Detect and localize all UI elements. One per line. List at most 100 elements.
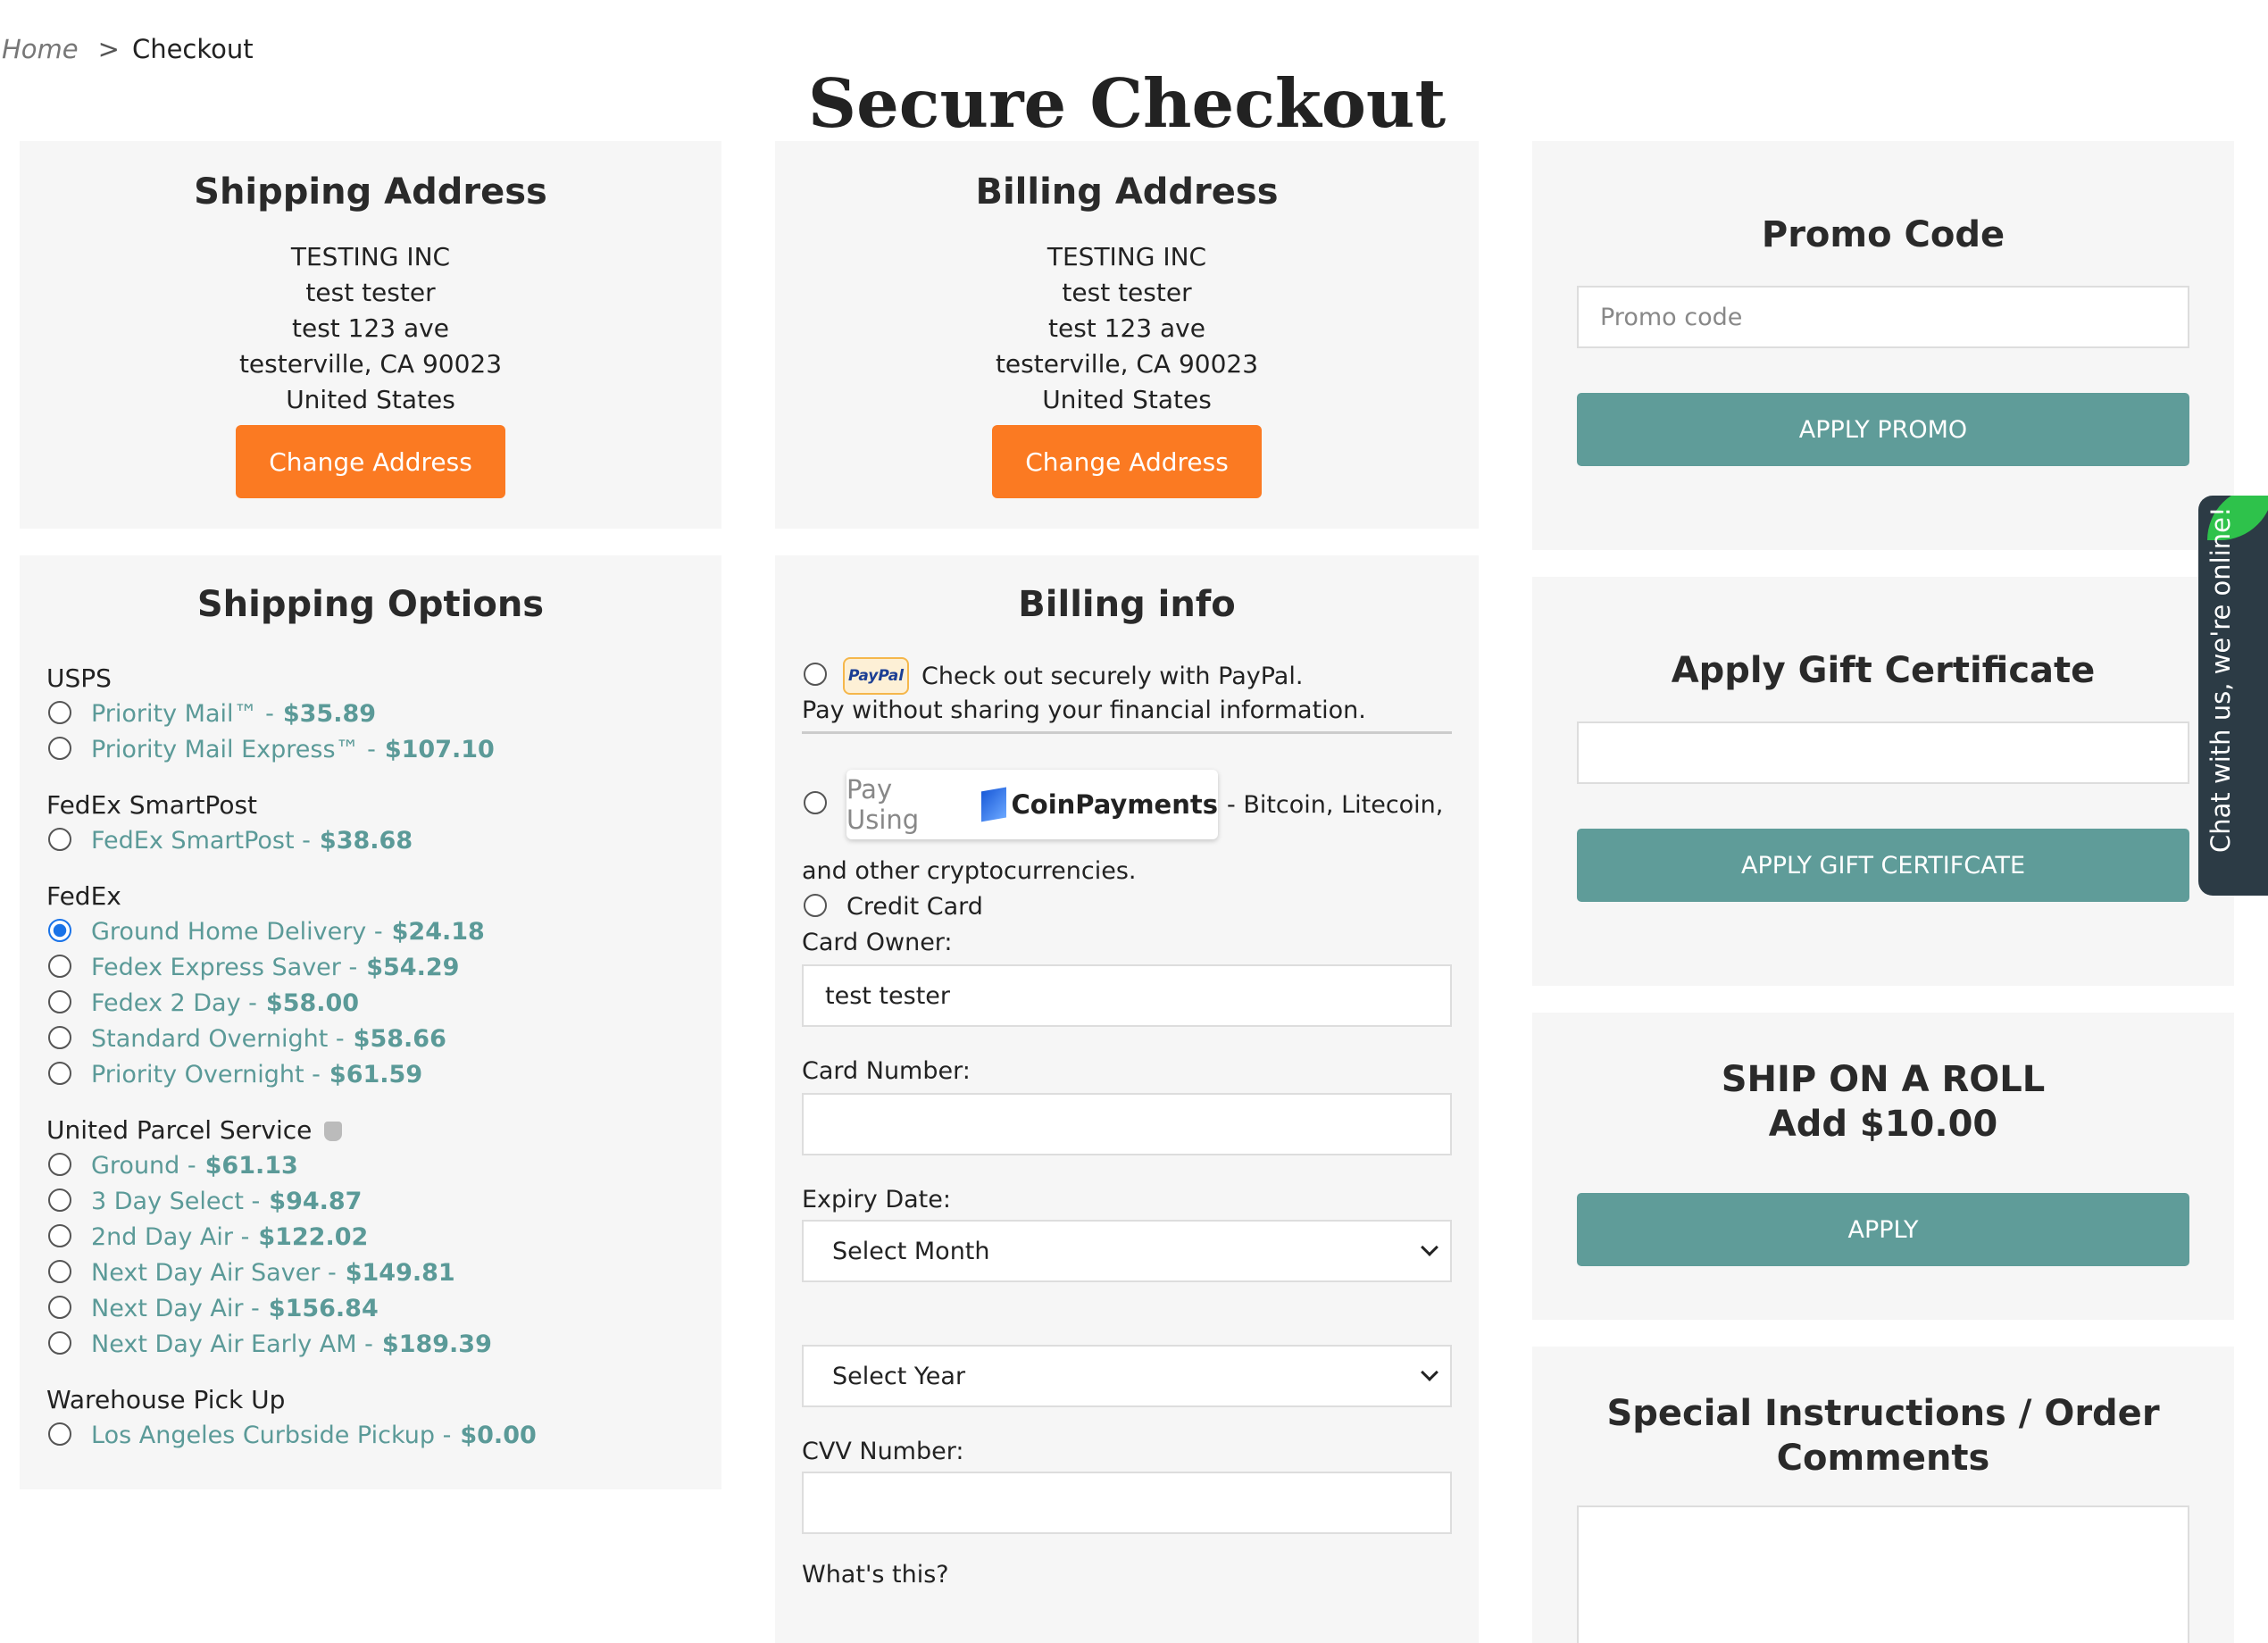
ups-shield-icon — [324, 1122, 343, 1141]
cvv-input[interactable] — [802, 1472, 1452, 1534]
expiry-month-select[interactable]: Select Month — [802, 1220, 1452, 1282]
shipping-option-label: 2nd Day Air - — [91, 1223, 250, 1251]
breadcrumb-home-link[interactable]: Home — [2, 34, 79, 64]
radio-button[interactable] — [48, 1026, 71, 1049]
address-line: United States — [1042, 385, 1212, 414]
chevron-down-icon — [1421, 1364, 1438, 1381]
expiry-date-label: Expiry Date: — [802, 1186, 951, 1213]
payment-methods: PayPal Check out securely with PayPal. P… — [775, 657, 1479, 1589]
shipping-option[interactable]: Next Day Air - $156.84 — [46, 1291, 695, 1327]
billing-info-panel: Billing info PayPal Check out securely w… — [775, 555, 1479, 1643]
address-line: test tester — [305, 278, 436, 307]
gift-certificate-input[interactable] — [1577, 721, 2189, 784]
shipping-option-price: $156.84 — [268, 1295, 379, 1322]
address-line: test 123 ave — [292, 313, 449, 343]
radio-button[interactable] — [48, 1422, 71, 1446]
shipping-option[interactable]: Standard Overnight - $58.66 — [46, 1022, 695, 1057]
shipping-option[interactable]: Los Angeles Curbside Pickup - $0.00 — [46, 1418, 695, 1454]
shipping-option-price: $94.87 — [269, 1188, 363, 1215]
apply-promo-button[interactable]: APPLY PROMO — [1577, 393, 2189, 466]
credit-card-radio[interactable] — [804, 894, 827, 917]
card-number-input[interactable] — [802, 1093, 1452, 1155]
apply-gift-certificate-button[interactable]: APPLY GIFT CERTIFCATE — [1577, 829, 2189, 902]
shipping-address-title: Shipping Address — [194, 171, 547, 213]
shipping-option-price: $54.29 — [366, 954, 460, 981]
coinpayments-brand-text: CoinPayments — [1011, 789, 1218, 820]
coinpayments-text: - Bitcoin, Litecoin, — [1227, 790, 1444, 819]
radio-button[interactable] — [48, 1062, 71, 1085]
shipping-option[interactable]: FedEx SmartPost - $38.68 — [46, 823, 695, 859]
expiry-month-value: Select Month — [832, 1237, 990, 1265]
apply-ship-on-a-roll-button[interactable]: APPLY — [1577, 1193, 2189, 1266]
radio-button[interactable] — [48, 1331, 71, 1355]
shipping-option[interactable]: Fedex Express Saver - $54.29 — [46, 950, 695, 986]
shipping-option-label: Los Angeles Curbside Pickup - — [91, 1422, 452, 1449]
shipping-option-selected[interactable]: Ground Home Delivery - $24.18 — [46, 914, 695, 950]
order-comments-textarea[interactable] — [1577, 1505, 2189, 1643]
radio-button[interactable] — [48, 990, 71, 1013]
coinpayments-subtext: and other cryptocurrencies. — [802, 857, 1137, 885]
shipping-option[interactable]: Priority Mail™ - $35.89 — [46, 696, 695, 732]
shipping-option[interactable]: Next Day Air Saver - $149.81 — [46, 1255, 695, 1291]
shipping-option-label: Next Day Air Saver - — [91, 1259, 337, 1287]
promo-code-input[interactable]: Promo code — [1577, 286, 2189, 348]
paypal-text: Check out securely with PayPal. — [921, 662, 1304, 690]
promo-code-panel: Promo Code Promo code APPLY PROMO — [1532, 141, 2234, 550]
shipping-option-label: Next Day Air - — [91, 1295, 260, 1322]
carrier-fedex: FedEx — [46, 881, 121, 911]
credit-card-option[interactable]: Credit Card — [802, 889, 1452, 925]
special-instructions-panel: Special Instructions / Order Comments — [1532, 1347, 2234, 1643]
radio-button[interactable] — [48, 1153, 71, 1176]
shipping-option-price: $107.10 — [384, 736, 495, 763]
radio-button[interactable] — [48, 737, 71, 760]
cvv-label: CVV Number: — [802, 1438, 964, 1465]
radio-button-checked[interactable] — [48, 919, 71, 942]
address-line: United States — [286, 385, 455, 414]
change-billing-address-button[interactable]: Change Address — [992, 425, 1262, 498]
shipping-option[interactable]: Ground - $61.13 — [46, 1148, 695, 1184]
shipping-option-price: $149.81 — [345, 1259, 455, 1287]
change-shipping-address-button[interactable]: Change Address — [236, 425, 505, 498]
coinpayments-option[interactable]: Pay Using CoinPayments - Bitcoin, Liteco… — [802, 770, 1452, 839]
gift-certificate-title: Apply Gift Certificate — [1671, 650, 2096, 691]
shipping-option-label: Next Day Air Early AM - — [91, 1330, 373, 1358]
chat-widget-tab[interactable]: Chat with us, we're online! — [2198, 496, 2268, 896]
breadcrumb-separator: > — [97, 34, 120, 64]
shipping-option[interactable]: 2nd Day Air - $122.02 — [46, 1220, 695, 1255]
shipping-option-price: $61.13 — [204, 1152, 298, 1180]
special-instructions-title: Special Instructions / Order — [1606, 1393, 2160, 1434]
card-owner-label: Card Owner: — [802, 929, 953, 956]
radio-button[interactable] — [48, 828, 71, 851]
shipping-option[interactable]: 3 Day Select - $94.87 — [46, 1184, 695, 1220]
billing-address-panel: Billing Address TESTING INC test tester … — [775, 141, 1479, 529]
radio-button[interactable] — [48, 1296, 71, 1319]
promo-code-title: Promo Code — [1761, 214, 2005, 255]
whats-this-link[interactable]: What's this? — [802, 1561, 1452, 1589]
coinpayments-logo-icon: Pay Using CoinPayments — [846, 770, 1218, 839]
divider — [802, 731, 1452, 734]
paypal-radio[interactable] — [804, 663, 827, 686]
billing-address-block: TESTING INC test tester test 123 ave tes… — [775, 239, 1479, 418]
shipping-option-price: $58.66 — [353, 1025, 446, 1053]
shipping-option[interactable]: Fedex 2 Day - $58.00 — [46, 986, 695, 1022]
shipping-option[interactable]: Priority Overnight - $61.59 — [46, 1057, 695, 1093]
expiry-year-select[interactable]: Select Year — [802, 1345, 1452, 1407]
carrier-ups-label: United Parcel Service — [46, 1115, 313, 1145]
coinpayments-radio[interactable] — [804, 791, 827, 814]
radio-button[interactable] — [48, 701, 71, 724]
paypal-logo-icon: PayPal — [843, 657, 909, 695]
shipping-option-label: Priority Overnight - — [91, 1061, 321, 1088]
shipping-option-label: Priority Mail Express™ - — [91, 736, 376, 763]
shipping-option[interactable]: Priority Mail Express™ - $107.10 — [46, 732, 695, 768]
radio-button[interactable] — [48, 1260, 71, 1283]
chevron-down-icon — [1421, 1239, 1438, 1256]
radio-button[interactable] — [48, 955, 71, 978]
billing-address-title: Billing Address — [975, 171, 1279, 213]
card-owner-input[interactable]: test tester — [802, 964, 1452, 1027]
shipping-option-price: $122.02 — [258, 1223, 369, 1251]
paypal-option[interactable]: PayPal Check out securely with PayPal. — [802, 657, 1452, 695]
carrier-fedex-smartpost: FedEx SmartPost — [46, 790, 258, 820]
radio-button[interactable] — [48, 1224, 71, 1247]
radio-button[interactable] — [48, 1188, 71, 1212]
shipping-option[interactable]: Next Day Air Early AM - $189.39 — [46, 1327, 695, 1363]
